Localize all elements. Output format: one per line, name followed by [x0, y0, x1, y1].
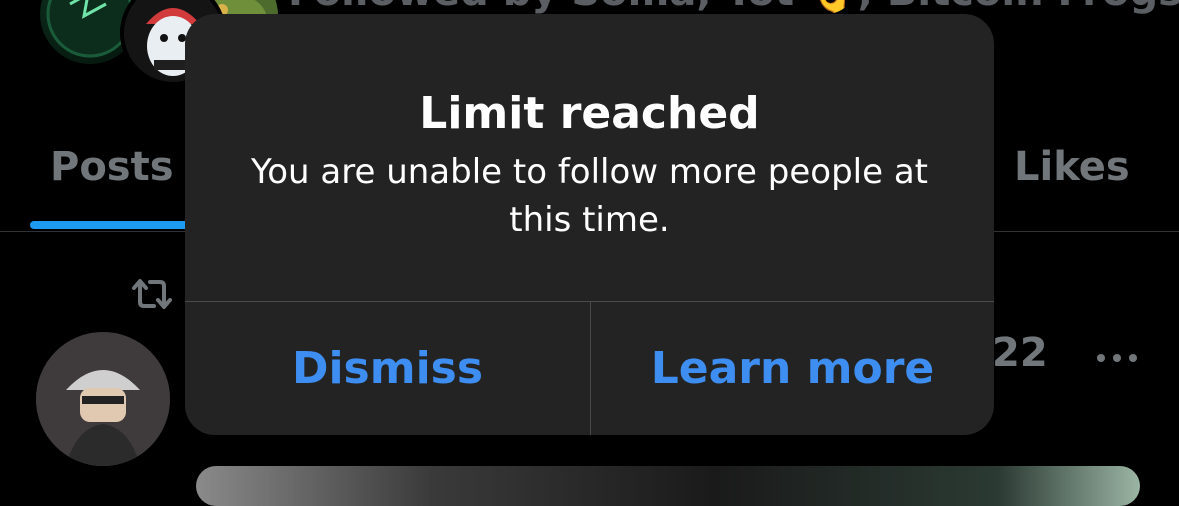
post-author-avatar[interactable] [36, 332, 170, 466]
tab-likes[interactable]: Likes [1014, 144, 1130, 190]
dismiss-button[interactable]: Dismiss [185, 302, 590, 435]
post-timestamp: 22 [992, 330, 1048, 376]
learn-more-button[interactable]: Learn more [591, 302, 994, 435]
followed-by-text: Followed by Soma, Tot 👌, Bitcoin Frogs, [288, 0, 1179, 15]
limit-reached-alert: Limit reached You are unable to follow m… [185, 14, 994, 435]
alert-title: Limit reached [419, 88, 760, 139]
more-options-icon[interactable] [1096, 348, 1138, 362]
tab-posts[interactable]: Posts [50, 144, 174, 190]
active-tab-indicator [30, 221, 210, 229]
repost-icon [128, 276, 176, 312]
post-media[interactable] [196, 466, 1140, 506]
alert-message: You are unable to follow more people at … [250, 152, 928, 240]
